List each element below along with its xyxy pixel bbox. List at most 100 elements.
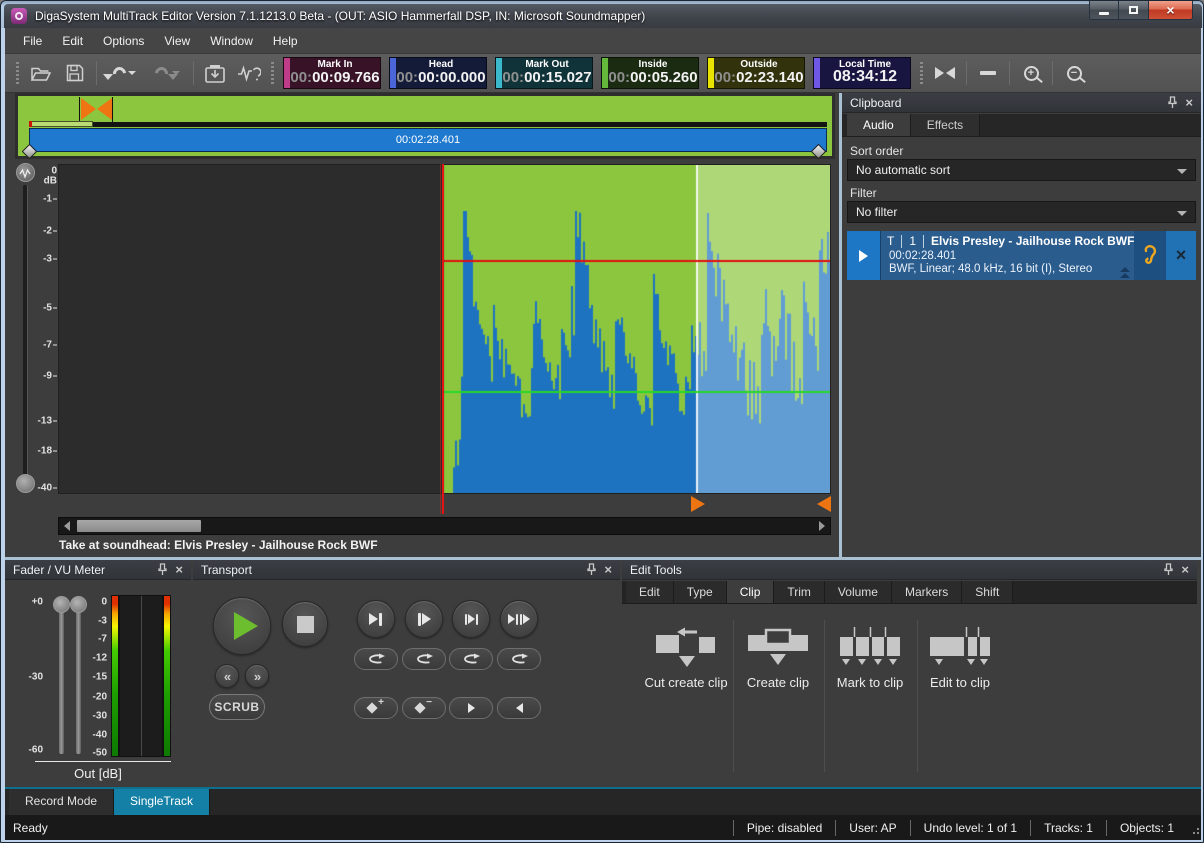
prelisten-button[interactable] (1134, 231, 1166, 280)
pin-icon[interactable] (1164, 563, 1173, 576)
zoom-reset-button[interactable] (973, 59, 1003, 87)
play-to-out-button[interactable] (357, 600, 395, 638)
open-button[interactable] (26, 59, 56, 87)
time-prefix: 00: (290, 69, 312, 86)
amplitude-zoom-slider[interactable] (23, 185, 28, 477)
waveform-scrollbar[interactable] (58, 517, 831, 535)
edit-tab-shift[interactable]: Shift (962, 581, 1013, 603)
amplitude-zoom-icon[interactable] (16, 163, 35, 182)
prev-marker-button[interactable] (497, 697, 541, 719)
toolbar-grip[interactable] (16, 62, 19, 84)
scroll-right-button[interactable] (814, 518, 830, 534)
menu-view[interactable]: View (154, 28, 200, 54)
maximize-button[interactable] (1119, 1, 1148, 20)
skip-forward-button[interactable]: » (245, 664, 269, 688)
collapse-chevrons-icon[interactable] (1120, 267, 1130, 278)
scrollbar-handle[interactable] (77, 520, 201, 532)
close-panel-icon[interactable]: × (1181, 563, 1189, 576)
next-marker-button[interactable] (449, 697, 493, 719)
time-field-mark-out[interactable]: Mark Out00:00:15.027 (495, 57, 593, 89)
toolbar-grip[interactable] (271, 62, 274, 84)
close-panel-icon[interactable]: × (1185, 96, 1193, 109)
mark-out-handle-icon[interactable] (97, 98, 112, 120)
selection-start-marker[interactable] (691, 496, 705, 512)
import-button[interactable] (200, 59, 230, 87)
time-field-local-time[interactable]: Local Time08:34:12 (813, 57, 911, 89)
play-around-button[interactable] (452, 600, 490, 638)
zoom-in-button[interactable]: + (1016, 59, 1046, 87)
play-from-in-button[interactable] (405, 600, 443, 638)
time-field-mark-in[interactable]: Mark In00:00:09.766 (283, 57, 381, 89)
minimize-button[interactable] (1089, 1, 1119, 20)
save-button[interactable] (60, 59, 90, 87)
fader-left-track[interactable] (59, 604, 64, 754)
mark-in-handle-icon[interactable] (81, 98, 96, 120)
take-duration-bar[interactable]: 00:02:28.401 (29, 128, 827, 152)
pin-icon[interactable] (587, 563, 596, 576)
fader-right-track[interactable] (76, 604, 81, 754)
edit-tab-edit[interactable]: Edit (626, 581, 674, 603)
title-bar[interactable]: DigaSystem MultiTrack Editor Version 7.1… (1, 1, 1204, 28)
tool-mark-to-clip[interactable]: Mark to clip (826, 622, 914, 742)
play-skip-button[interactable] (500, 600, 538, 638)
remove-marker-button[interactable]: − (402, 697, 446, 719)
sort-order-dropdown[interactable]: No automatic sort (847, 159, 1196, 181)
play-button[interactable] (213, 597, 271, 655)
edit-tab-type[interactable]: Type (674, 581, 727, 603)
vu-tick: 0 (83, 597, 107, 608)
pin-icon[interactable] (1168, 96, 1177, 109)
toolbar-grip[interactable] (920, 62, 923, 84)
close-button[interactable]: × (1148, 1, 1193, 20)
skip-back-button[interactable]: « (215, 664, 239, 688)
clip-play-button[interactable] (847, 231, 881, 280)
mode-tab-singletrack[interactable]: SingleTrack (114, 789, 210, 815)
edit-tab-trim[interactable]: Trim (774, 581, 825, 603)
fader-left-knob[interactable] (53, 596, 70, 613)
resize-grip[interactable] (1187, 820, 1201, 836)
zoom-to-selection-button[interactable] (930, 59, 960, 87)
edit-tab-clip[interactable]: Clip (727, 581, 775, 603)
menu-window[interactable]: Window (200, 28, 263, 54)
stop-button[interactable] (282, 601, 328, 647)
menu-file[interactable]: File (13, 28, 52, 54)
overview-view-window[interactable] (32, 121, 93, 127)
redo-button[interactable] (147, 59, 187, 87)
clip-item-body[interactable]: T 1 Elvis Presley - Jailhouse Rock BWF 0… (881, 231, 1134, 280)
clipboard-tab-audio[interactable]: Audio (847, 114, 911, 136)
loop-button[interactable] (354, 648, 398, 670)
pin-icon[interactable] (158, 563, 167, 576)
waveform-canvas[interactable] (59, 165, 830, 493)
scroll-left-button[interactable] (59, 518, 75, 534)
edit-tab-volume[interactable]: Volume (825, 581, 892, 603)
audio-settings-button[interactable] (234, 59, 264, 87)
playhead-cursor[interactable] (442, 164, 444, 514)
waveform-panel[interactable] (58, 164, 831, 494)
tool-cut-create-clip[interactable]: Cut create clip (642, 622, 730, 742)
clipboard-tab-effects[interactable]: Effects (911, 114, 980, 136)
tool-create-clip[interactable]: Create clip (734, 622, 822, 742)
close-panel-icon[interactable]: × (175, 563, 183, 576)
db-tick-mark (53, 421, 57, 422)
close-panel-icon[interactable]: × (604, 563, 612, 576)
undo-button[interactable] (103, 59, 143, 87)
menu-options[interactable]: Options (93, 28, 154, 54)
tool-edit-to-clip[interactable]: Edit to clip (916, 622, 1004, 742)
mode-tab-record-mode[interactable]: Record Mode (9, 789, 114, 815)
loop-button[interactable] (402, 648, 446, 670)
selection-end-marker[interactable] (817, 496, 831, 512)
menu-edit[interactable]: Edit (52, 28, 93, 54)
menu-help[interactable]: Help (263, 28, 308, 54)
clipboard-item[interactable]: T 1 Elvis Presley - Jailhouse Rock BWF 0… (847, 231, 1196, 280)
time-field-inside[interactable]: Inside00:00:05.260 (601, 57, 699, 89)
time-field-head[interactable]: Head00:00:00.000 (389, 57, 487, 89)
loop-button[interactable] (449, 648, 493, 670)
filter-dropdown[interactable]: No filter (847, 201, 1196, 223)
amplitude-zoom-knob[interactable] (16, 474, 35, 493)
edit-tab-markers[interactable]: Markers (892, 581, 962, 603)
zoom-out-button[interactable]: − (1059, 59, 1089, 87)
add-marker-button[interactable]: + (354, 697, 398, 719)
time-field-outside[interactable]: Outside00:02:23.140 (707, 57, 805, 89)
clip-remove-button[interactable]: × (1166, 231, 1196, 280)
loop-button[interactable] (497, 648, 541, 670)
scrub-button[interactable]: SCRUB (209, 694, 265, 720)
